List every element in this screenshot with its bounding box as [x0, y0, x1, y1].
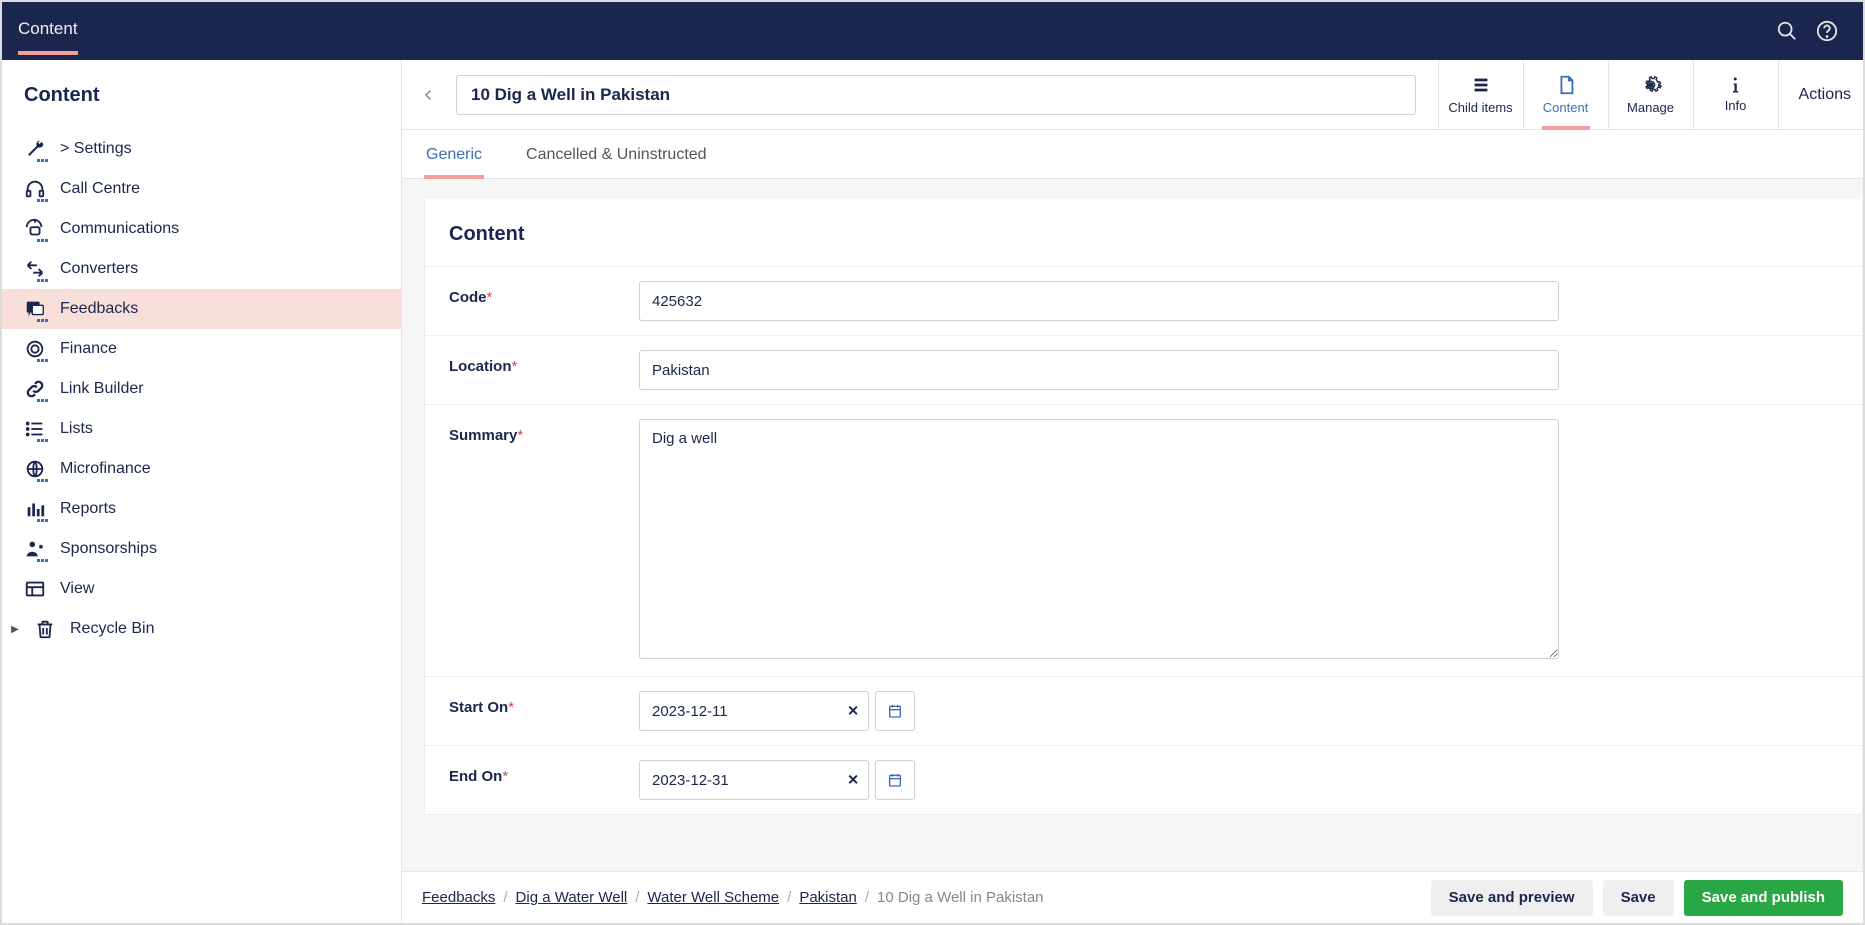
sub-tabs: Generic Cancelled & Uninstructed [402, 130, 1863, 179]
field-label-starton: Start On* [449, 691, 639, 716]
app-frame: Content Content > Settings [0, 0, 1865, 925]
sidebar-item-finance[interactable]: Finance [2, 329, 401, 369]
code-input[interactable] [639, 281, 1559, 321]
breadcrumb: Feedbacks/ Dig a Water Well/ Water Well … [422, 889, 1421, 906]
sidebar-item-lists[interactable]: Lists [2, 409, 401, 449]
sidebar-tree: > Settings Call Centre Communications [2, 123, 401, 649]
title-input[interactable] [456, 75, 1416, 115]
breadcrumb-link[interactable]: Pakistan [799, 889, 857, 906]
view-icon [24, 578, 46, 600]
list-icon [24, 418, 46, 440]
sidebar-item-recyclebin[interactable]: ▶ Recycle Bin [2, 609, 401, 649]
converters-icon [24, 258, 46, 280]
app-tab-label: Content [1543, 100, 1589, 115]
card-title: Content [425, 223, 1862, 266]
app-tab-info[interactable]: Info [1693, 60, 1778, 129]
sidebar-item-label: Lists [60, 420, 93, 438]
comms-icon [24, 218, 46, 240]
breadcrumb-link[interactable]: Water Well Scheme [647, 889, 779, 906]
field-label-code: Code* [449, 281, 639, 306]
sidebar-item-label: Converters [60, 260, 138, 278]
sidebar-item-communications[interactable]: Communications [2, 209, 401, 249]
sidebar-item-converters[interactable]: Converters [2, 249, 401, 289]
app-tab-label: Info [1725, 98, 1747, 113]
clear-starton-icon[interactable]: ✕ [847, 703, 859, 720]
starton-input[interactable] [639, 691, 869, 731]
summary-textarea[interactable] [639, 419, 1559, 659]
calendar-starton-button[interactable] [875, 691, 915, 731]
main-area: Content > Settings Call Centre [2, 60, 1863, 923]
field-location: Location* [425, 335, 1862, 404]
help-icon[interactable] [1807, 11, 1847, 51]
sidebar-item-label: Call Centre [60, 180, 140, 198]
field-label-endon: End On* [449, 760, 639, 785]
sidebar-item-settings[interactable]: > Settings [2, 129, 401, 169]
title-input-wrap [456, 60, 1438, 129]
sidebar-item-view[interactable]: View [2, 569, 401, 609]
sidebar-item-feedbacks[interactable]: Feedbacks [2, 289, 401, 329]
endon-input[interactable] [639, 760, 869, 800]
subtab-cancelled[interactable]: Cancelled & Uninstructed [524, 130, 709, 178]
field-code: Code* [425, 266, 1862, 335]
topbar: Content [2, 2, 1863, 60]
sidebar: Content > Settings Call Centre [2, 60, 402, 923]
save-publish-button[interactable]: Save and publish [1684, 880, 1843, 916]
location-input[interactable] [639, 350, 1559, 390]
breadcrumb-current: 10 Dig a Well in Pakistan [877, 889, 1043, 906]
app-tab-label: Child items [1448, 100, 1512, 115]
sidebar-item-label: View [60, 580, 94, 598]
sidebar-item-label: Recycle Bin [70, 620, 154, 638]
topbar-tab-content[interactable]: Content [18, 19, 78, 43]
sidebar-item-sponsorships[interactable]: Sponsorships [2, 529, 401, 569]
actions-menu[interactable]: Actions [1778, 60, 1863, 129]
field-label-summary: Summary* [449, 419, 639, 444]
breadcrumb-link[interactable]: Feedbacks [422, 889, 495, 906]
sidebar-title: Content [2, 60, 401, 123]
caret-right-icon: ▶ [10, 624, 20, 635]
content-column: Child items Content Manage Info [402, 60, 1863, 923]
link-icon [24, 378, 46, 400]
sidebar-item-label: Sponsorships [60, 540, 157, 558]
app-tabs: Child items Content Manage Info [1438, 60, 1778, 129]
sidebar-item-label: Reports [60, 500, 116, 518]
app-tab-childitems[interactable]: Child items [1438, 60, 1523, 129]
back-button[interactable] [402, 60, 456, 129]
wrench-icon [24, 138, 46, 160]
breadcrumb-link[interactable]: Dig a Water Well [516, 889, 628, 906]
editor-header: Child items Content Manage Info [402, 60, 1863, 130]
field-endon: End On* ✕ [425, 745, 1862, 814]
headphones-icon [24, 178, 46, 200]
sidebar-item-label: Communications [60, 220, 179, 238]
field-starton: Start On* ✕ [425, 676, 1862, 745]
calendar-endon-button[interactable] [875, 760, 915, 800]
trash-icon [34, 618, 56, 640]
sidebar-item-label: > Settings [60, 140, 132, 158]
sidebar-item-label: Microfinance [60, 460, 151, 478]
coin-icon [24, 338, 46, 360]
app-tab-content[interactable]: Content [1523, 60, 1608, 129]
subtab-generic[interactable]: Generic [424, 130, 484, 178]
sidebar-item-label: Finance [60, 340, 117, 358]
footer: Feedbacks/ Dig a Water Well/ Water Well … [402, 871, 1863, 923]
field-label-location: Location* [449, 350, 639, 375]
globe-coin-icon [24, 458, 46, 480]
form-scroll[interactable]: Content Code* Location* [402, 179, 1863, 871]
app-tab-label: Manage [1627, 100, 1674, 115]
search-icon[interactable] [1767, 11, 1807, 51]
field-summary: Summary* [425, 404, 1862, 676]
sidebar-item-callcentre[interactable]: Call Centre [2, 169, 401, 209]
sidebar-item-label: Feedbacks [60, 300, 138, 318]
form-card: Content Code* Location* [424, 199, 1863, 815]
sidebar-item-linkbuilder[interactable]: Link Builder [2, 369, 401, 409]
sponsor-icon [24, 538, 46, 560]
reports-icon [24, 498, 46, 520]
sidebar-item-microfinance[interactable]: Microfinance [2, 449, 401, 489]
save-preview-button[interactable]: Save and preview [1431, 880, 1593, 916]
feedback-icon [24, 298, 46, 320]
save-button[interactable]: Save [1603, 880, 1674, 916]
sidebar-item-reports[interactable]: Reports [2, 489, 401, 529]
sidebar-item-label: Link Builder [60, 380, 144, 398]
clear-endon-icon[interactable]: ✕ [847, 772, 859, 789]
app-tab-manage[interactable]: Manage [1608, 60, 1693, 129]
